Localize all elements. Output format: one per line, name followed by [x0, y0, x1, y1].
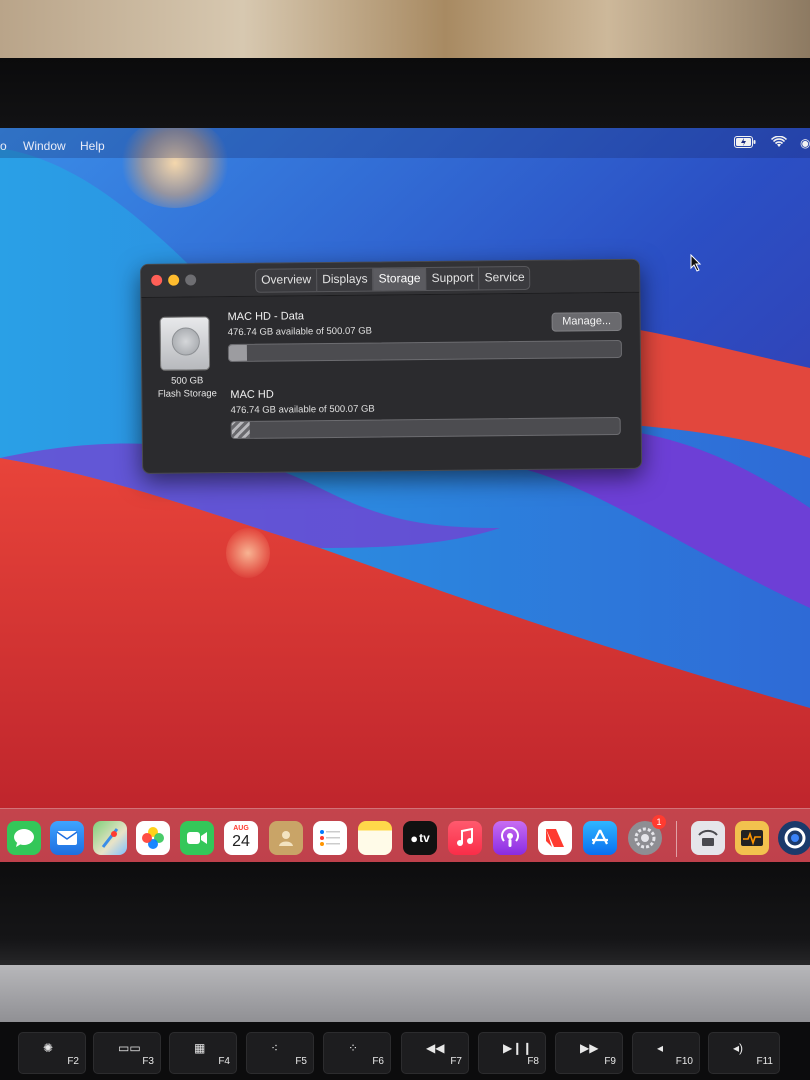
key-f6[interactable]: ⁘ F6	[323, 1032, 391, 1074]
cinema4d-icon[interactable]	[778, 821, 810, 855]
calendar-day: 24	[232, 833, 250, 850]
tab-service[interactable]: Service	[479, 267, 529, 290]
drive-capacity: 500 GB	[171, 375, 204, 387]
storage-bar-system	[230, 416, 621, 440]
reminders-icon[interactable]	[313, 821, 347, 855]
key-f8[interactable]: ▶❙❙ F8	[478, 1032, 546, 1074]
storage-used-fill	[228, 344, 248, 362]
drive-platter	[171, 327, 200, 356]
activity-monitor-icon[interactable]	[735, 821, 769, 855]
manage-button[interactable]: Manage...	[551, 311, 622, 332]
fast-forward-icon: ▶▶	[580, 1041, 599, 1055]
volume-down-icon: ◂)	[733, 1041, 744, 1055]
maps-icon[interactable]	[93, 821, 127, 855]
rewind-icon: ◀◀	[426, 1041, 445, 1055]
mouse-cursor-icon	[690, 253, 702, 277]
tab-support[interactable]: Support	[426, 267, 480, 290]
tab-storage[interactable]: Storage	[373, 268, 427, 291]
play-pause-icon: ▶❙❙	[503, 1041, 533, 1055]
news-icon[interactable]	[538, 821, 572, 855]
network-utility-icon[interactable]	[691, 821, 725, 855]
facetime-icon[interactable]	[180, 821, 214, 855]
key-f2[interactable]: ✺ F2	[18, 1032, 86, 1074]
menu-item-help[interactable]: Help	[80, 139, 105, 153]
screen-bezel-bottom	[0, 862, 810, 972]
screen: o Window Help ◉ Overview Displays Storag…	[0, 128, 810, 868]
messages-icon[interactable]	[7, 821, 41, 855]
music-icon[interactable]	[448, 821, 482, 855]
laptop-chassis	[0, 965, 810, 1025]
volume-name-data: MAC HD - Data	[227, 310, 305, 324]
minimize-button[interactable]	[168, 274, 180, 286]
brightness-up-icon: ✺	[43, 1041, 54, 1055]
volume-available-system: 476.74 GB available of 500.07 GB	[230, 403, 375, 417]
apple-tv-icon[interactable]: ● tv	[403, 821, 437, 855]
control-center-icon[interactable]: ◉	[800, 136, 810, 150]
menu-item-go[interactable]: o	[0, 139, 7, 153]
mission-control-icon: ▭▭	[118, 1041, 141, 1055]
storage-bar-data	[227, 339, 623, 363]
contacts-icon[interactable]	[269, 821, 303, 855]
launchpad-icon: ▦	[194, 1041, 206, 1055]
battery-charging-icon[interactable]	[734, 136, 756, 151]
menu-item-window[interactable]: Window	[23, 139, 66, 153]
dock: AUG 24 ● tv 1	[0, 808, 810, 868]
close-button[interactable]	[151, 274, 163, 286]
key-f7[interactable]: ◀◀ F7	[401, 1032, 469, 1074]
key-f4[interactable]: ▦ F4	[169, 1032, 237, 1074]
apple-logo-icon: ●	[410, 830, 419, 846]
key-f5[interactable]: ⁖ F5	[246, 1032, 314, 1074]
mute-icon: ◂	[657, 1041, 664, 1055]
light-reflection-small	[226, 528, 270, 578]
podcasts-icon[interactable]	[493, 821, 527, 855]
apple-tv-label: tv	[419, 831, 430, 845]
drive-caption: 500 GB Flash Storage	[148, 374, 226, 401]
hard-drive-icon	[159, 316, 211, 371]
tab-bar: Overview Displays Storage Support Servic…	[255, 265, 531, 293]
volume-name-system: MAC HD	[230, 388, 274, 402]
notification-badge: 1	[652, 815, 666, 829]
menu-bar: o Window Help ◉	[0, 128, 810, 158]
mail-icon[interactable]	[50, 821, 84, 855]
drive-type: Flash Storage	[157, 388, 217, 400]
key-f9[interactable]: ▶▶ F9	[555, 1032, 623, 1074]
key-f3[interactable]: ▭▭ F3	[93, 1032, 161, 1074]
calendar-icon[interactable]: AUG 24	[224, 821, 258, 855]
notes-icon[interactable]	[358, 821, 392, 855]
dock-separator	[676, 821, 677, 857]
tab-displays[interactable]: Displays	[317, 268, 374, 292]
keyboard-light-down-icon: ⁖	[271, 1041, 279, 1055]
window-titlebar: Overview Displays Storage Support Servic…	[141, 259, 640, 298]
photos-icon[interactable]	[136, 821, 170, 855]
tab-overview[interactable]: Overview	[256, 269, 318, 292]
key-f11[interactable]: ◂) F11	[708, 1032, 780, 1074]
wifi-icon[interactable]	[770, 135, 788, 151]
calendar-month: AUG	[233, 825, 249, 832]
key-f10[interactable]: ◂ F10	[632, 1032, 700, 1074]
keyboard-light-up-icon: ⁘	[348, 1041, 359, 1055]
storage-used-fill-hatched	[231, 421, 251, 439]
desktop-wallpaper	[0, 128, 810, 868]
app-store-icon[interactable]	[583, 821, 617, 855]
screen-bezel-top	[0, 58, 810, 130]
zoom-button[interactable]	[185, 274, 197, 286]
volume-available-data: 476.74 GB available of 500.07 GB	[227, 325, 372, 339]
about-this-mac-window: Overview Displays Storage Support Servic…	[140, 258, 643, 474]
